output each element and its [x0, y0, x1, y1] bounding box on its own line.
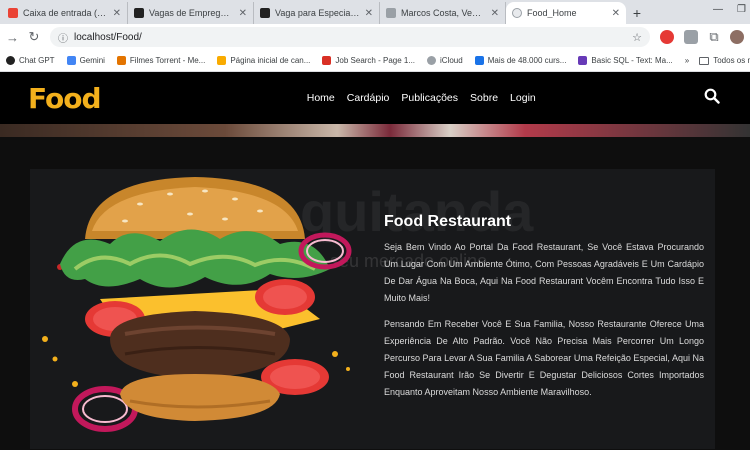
site-info-icon[interactable]: ⓘ: [58, 30, 68, 45]
hero-paragraph-1: Seja Bem Vindo Ao Portal Da Food Restaur…: [384, 242, 704, 303]
torrent-icon: [116, 56, 126, 65]
bookmark-label: Todos os marca: [713, 56, 750, 65]
browser-tab[interactable]: Marcos Costa, Vendedor na ✕: [380, 2, 506, 24]
back-arrow-icon[interactable]: →: [6, 30, 19, 45]
bookmark-label: Basic SQL - Text: Ma...: [591, 56, 673, 65]
folder-icon: [699, 56, 710, 65]
food-logo[interactable]: Food: [28, 81, 102, 115]
window-controls: — ❐: [713, 4, 746, 15]
restore-icon[interactable]: ❐: [737, 4, 746, 15]
site-header: Food Home Cardápio Publicações Sobre Log…: [0, 72, 750, 124]
openai-icon: [6, 56, 15, 65]
tab-title: Caixa de entrada (497) - mc: [23, 8, 108, 18]
bookmark-item[interactable]: Mais de 48.000 curs...: [474, 56, 567, 65]
burger-image: [42, 177, 352, 432]
w-icon: [217, 56, 227, 65]
url-input[interactable]: ⓘ localhost/Food/ ☆: [50, 27, 650, 47]
puzzle-icon[interactable]: ⧉: [708, 29, 720, 45]
close-icon[interactable]: ✕: [491, 8, 499, 19]
site-favicon-icon: [260, 8, 270, 18]
browser-tab[interactable]: Vagas de Emprego - Empreg ✕: [128, 2, 254, 24]
sql-icon: [578, 56, 588, 65]
bookmark-label: Job Search - Page 1...: [335, 56, 416, 65]
close-icon[interactable]: ✕: [239, 8, 247, 19]
job-search-icon: [322, 56, 332, 65]
browser-tab[interactable]: Vaga para Especialista de C ✕: [254, 2, 380, 24]
nav-home[interactable]: Home: [307, 92, 335, 104]
bookmarks-bar: Chat GPT Gemini Filmes Torrent - Me... P…: [0, 50, 750, 72]
address-bar: → ↻ ⓘ localhost/Food/ ☆ ⧉: [0, 24, 750, 50]
bookmark-item[interactable]: Filmes Torrent - Me...: [116, 56, 206, 65]
hero-paragraph-2: Pensando Em Receber Você E Sua Familia, …: [384, 319, 704, 397]
reload-icon[interactable]: ↻: [28, 29, 40, 45]
browser-tab[interactable]: Caixa de entrada (497) - mc ✕: [2, 2, 128, 24]
bookmark-label: Mais de 48.000 curs...: [487, 56, 567, 65]
hero-title: Food Restaurant: [384, 213, 512, 230]
browser-tab-active[interactable]: Food_Home ✕: [506, 2, 626, 24]
minimize-icon[interactable]: —: [713, 4, 723, 15]
nav-publicacoes[interactable]: Publicações: [401, 92, 458, 104]
close-icon[interactable]: ✕: [365, 8, 373, 19]
banner-image-strip: [0, 124, 750, 137]
site-favicon-icon: [134, 8, 144, 18]
bookmark-label: Filmes Torrent - Me...: [129, 56, 206, 65]
hero-card: quitanda seu mercado online Food Restaur…: [30, 169, 715, 449]
tab-title: Marcos Costa, Vendedor na: [401, 8, 486, 18]
bookmark-item[interactable]: Basic SQL - Text: Ma...: [578, 56, 673, 65]
nav-sobre[interactable]: Sobre: [470, 92, 498, 104]
url-text: localhost/Food/: [74, 31, 142, 43]
tab-title: Food_Home: [527, 8, 577, 18]
extension-icon[interactable]: [684, 30, 698, 44]
bookmark-item[interactable]: Página inicial de can...: [217, 56, 310, 65]
avatar[interactable]: [730, 30, 744, 44]
gemini-icon: [66, 56, 76, 65]
bookmarks-overflow-button[interactable]: »: [685, 56, 689, 65]
close-icon[interactable]: ✕: [113, 8, 121, 19]
opera-extension-icon[interactable]: [660, 30, 674, 44]
site-favicon-icon: [386, 8, 396, 18]
bookmark-label: Gemini: [79, 56, 105, 65]
hero-text: Food Restaurant Seja Bem Vindo Ao Portal…: [384, 213, 704, 410]
main-nav: Home Cardápio Publicações Sobre Login: [307, 92, 536, 104]
course-icon: [474, 56, 484, 65]
globe-icon: [512, 8, 522, 18]
apple-icon: [427, 56, 437, 65]
webpage: Food Home Cardápio Publicações Sobre Log…: [0, 72, 750, 450]
bookmark-label: iCloud: [440, 56, 463, 65]
bookmark-item[interactable]: Gemini: [66, 56, 105, 65]
tab-title: Vagas de Emprego - Empreg: [149, 8, 234, 18]
new-tab-button[interactable]: +: [626, 2, 648, 24]
bookmark-label: Chat GPT: [19, 56, 55, 65]
all-bookmarks-folder[interactable]: Todos os marca: [699, 56, 750, 65]
search-icon[interactable]: [702, 88, 722, 109]
nav-cardapio[interactable]: Cardápio: [347, 92, 390, 104]
bookmark-item[interactable]: iCloud: [427, 56, 463, 65]
nav-login[interactable]: Login: [510, 92, 536, 104]
bookmark-label: Página inicial de can...: [230, 56, 311, 65]
close-icon[interactable]: ✕: [612, 8, 620, 19]
logo-text: Food: [28, 81, 102, 115]
bookmark-star-icon[interactable]: ☆: [632, 31, 642, 44]
bookmark-item[interactable]: Job Search - Page 1...: [322, 56, 415, 65]
bookmark-item[interactable]: Chat GPT: [6, 56, 55, 65]
gmail-icon: [8, 8, 18, 18]
browser-tab-bar: Caixa de entrada (497) - mc ✕ Vagas de E…: [0, 0, 750, 24]
tab-title: Vaga para Especialista de C: [275, 8, 360, 18]
